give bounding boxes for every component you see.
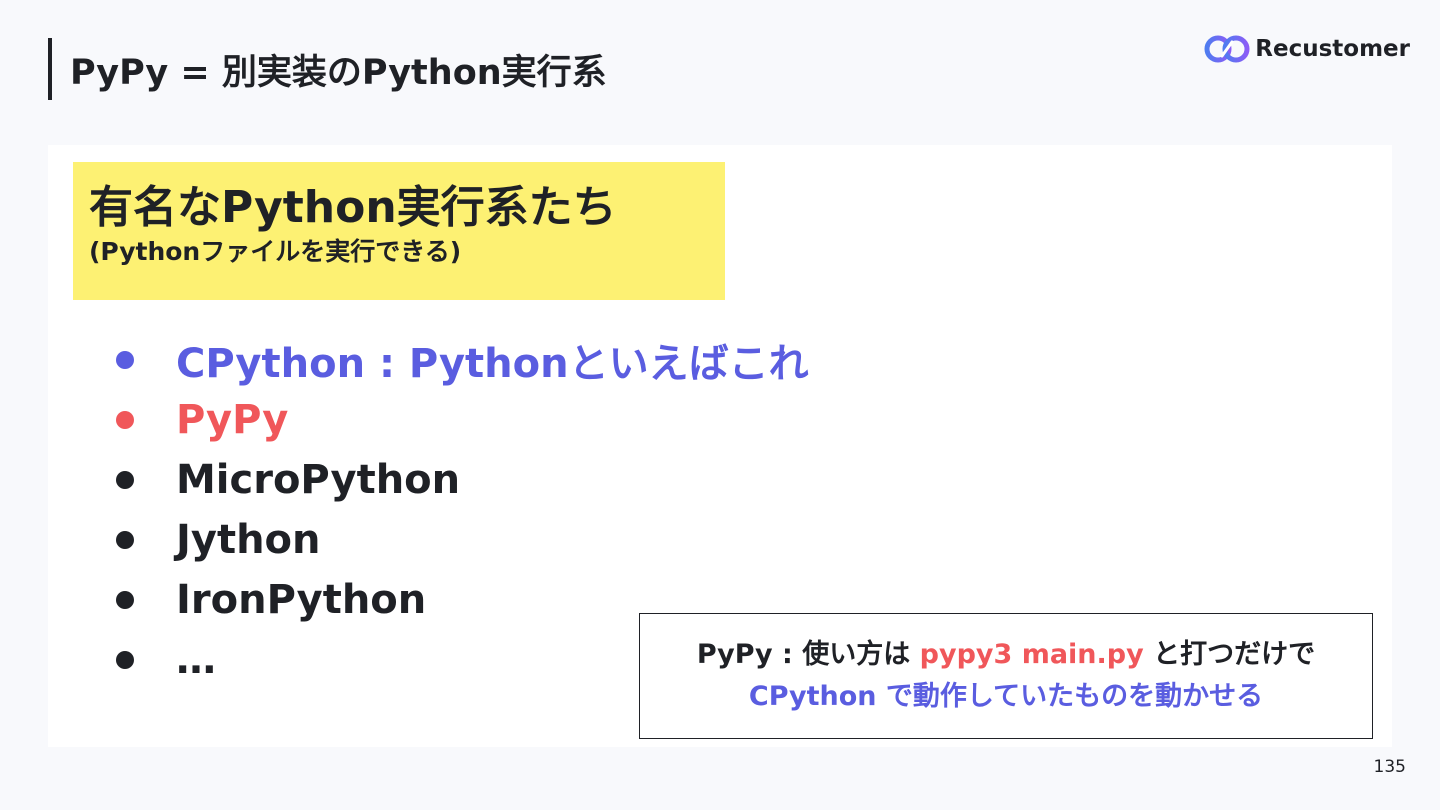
- heading-subtitle: (Pythonファイルを実行できる): [89, 237, 462, 266]
- list-item: MicroPython: [116, 450, 809, 510]
- list-item: PyPy: [116, 390, 809, 450]
- heading-highlight-box: 有名なPython実行系たち (Pythonファイルを実行できる): [73, 162, 725, 300]
- list-item-text: …: [176, 637, 216, 683]
- list-item-text: Jython: [176, 517, 321, 563]
- slide-title: PyPy = 別実装のPython実行系: [70, 53, 607, 93]
- note-command: pypy3 main.py: [919, 639, 1144, 670]
- list-item: Jython: [116, 510, 809, 570]
- bullet-dot-icon: [116, 411, 134, 429]
- content-panel: 有名なPython実行系たち (Pythonファイルを実行できる) CPytho…: [48, 145, 1392, 747]
- recustomer-logo: Recustomer: [1203, 30, 1410, 68]
- title-accent-bar: [48, 38, 52, 100]
- list-item-text: CPython : Pythonといえばこれ: [176, 341, 809, 387]
- bullet-dot-icon: [116, 471, 134, 489]
- list-item-text: IronPython: [176, 577, 427, 623]
- infinity-loop-icon: [1204, 35, 1250, 63]
- note-prefix: PyPy : 使い方は: [696, 639, 920, 670]
- bullet-dot-icon: [116, 351, 134, 369]
- bullet-dot-icon: [116, 531, 134, 549]
- note-line-2: CPython で動作していたものを動かせる: [748, 681, 1264, 712]
- list-item-text: PyPy: [176, 397, 289, 443]
- list-item-text: MicroPython: [176, 457, 461, 503]
- note-line-1: PyPy : 使い方は pypy3 main.py と打つだけで: [697, 634, 1315, 676]
- note-suffix: と打つだけで: [1143, 639, 1316, 670]
- page-number: 135: [1373, 757, 1406, 777]
- list-item: CPython : Pythonといえばこれ: [116, 330, 809, 390]
- bullet-dot-icon: [116, 651, 134, 669]
- heading-main: 有名なPython実行系たち: [89, 182, 617, 233]
- bullet-dot-icon: [116, 591, 134, 609]
- pypy-usage-note: PyPy : 使い方は pypy3 main.py と打つだけで CPython…: [639, 613, 1373, 739]
- logo-wordmark: Recustomer: [1255, 36, 1410, 62]
